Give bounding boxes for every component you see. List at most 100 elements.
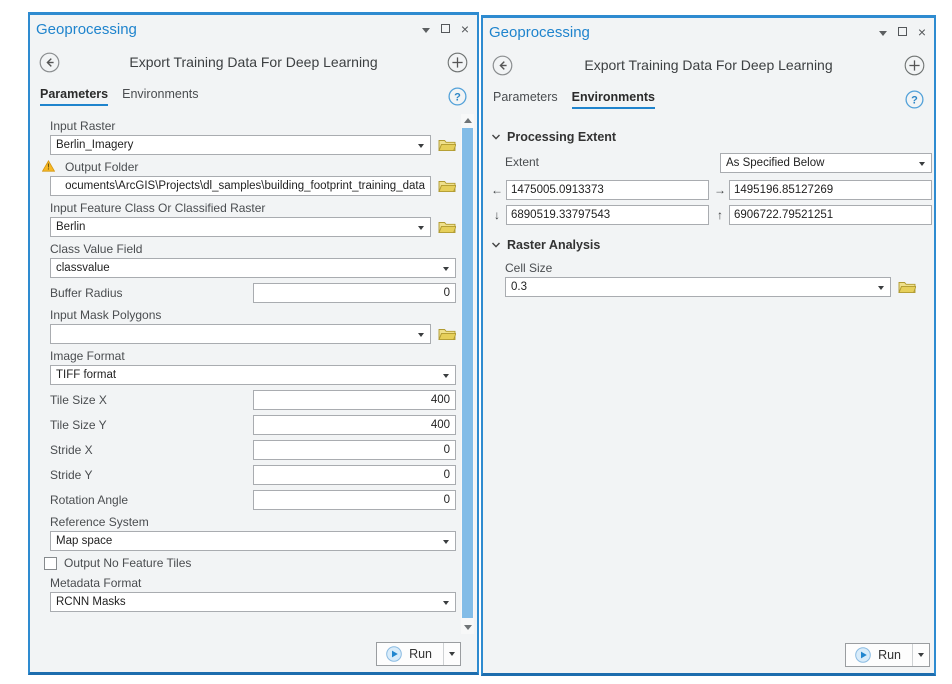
input-mask-polygons-combo[interactable] — [50, 324, 431, 344]
input-feature-class-browse-button[interactable] — [438, 220, 456, 234]
extent-combo[interactable]: As Specified Below — [720, 153, 932, 173]
scrollbar-up-button[interactable] — [461, 114, 474, 127]
stride-y-input[interactable]: 0 — [253, 465, 456, 485]
tab-parameters[interactable]: Parameters — [40, 87, 108, 106]
add-to-project-button[interactable] — [904, 55, 925, 76]
plus-circle-icon — [447, 52, 468, 73]
input-raster-browse-button[interactable] — [438, 138, 456, 152]
pane-titlebar: Geoprocessing × — [30, 15, 477, 41]
play-icon — [386, 646, 402, 662]
maximize-icon[interactable] — [898, 23, 907, 41]
chevron-down-icon — [418, 226, 424, 230]
run-split-button: Run — [376, 642, 461, 666]
buffer-radius-input[interactable]: 0 — [253, 283, 456, 303]
arrow-down-icon: ↓ — [491, 208, 503, 222]
stride-y-label: Stride Y — [50, 468, 253, 482]
input-feature-class-combo[interactable]: Berlin — [50, 217, 431, 237]
help-icon[interactable]: ? — [448, 87, 467, 106]
environments-form: Processing Extent Extent As Specified Be… — [483, 116, 934, 637]
folder-icon — [438, 220, 456, 234]
tile-size-x-input[interactable]: 400 — [253, 390, 456, 410]
raster-analysis-section-header[interactable]: Raster Analysis — [491, 238, 932, 252]
chevron-down-icon — [491, 240, 501, 250]
chevron-down-icon — [418, 144, 424, 148]
arrow-left-icon: ← — [491, 183, 503, 197]
tile-size-y-input[interactable]: 400 — [253, 415, 456, 435]
play-icon — [855, 647, 871, 663]
geoprocessing-panel-left: Geoprocessing × Export Training Data For… — [28, 12, 479, 675]
reference-system-combo[interactable]: Map space — [50, 531, 456, 551]
back-button[interactable] — [492, 55, 513, 76]
tile-size-x-label: Tile Size X — [50, 393, 253, 407]
cell-size-combo[interactable]: 0.3 — [505, 277, 891, 297]
image-format-label: Image Format — [50, 349, 456, 363]
rotation-angle-label: Rotation Angle — [50, 493, 253, 507]
folder-icon — [438, 138, 456, 152]
extent-ymax-input[interactable]: 6906722.79521251 — [729, 205, 932, 225]
extent-label: Extent — [505, 155, 539, 169]
rotation-angle-input[interactable]: 0 — [253, 490, 456, 510]
tab-bar: Parameters Environments ? — [483, 86, 934, 116]
close-icon[interactable]: × — [461, 24, 469, 34]
pane-title: Geoprocessing — [36, 21, 137, 38]
vertical-scrollbar[interactable] — [461, 114, 474, 634]
chevron-down-icon — [491, 132, 501, 142]
output-folder-browse-button[interactable] — [438, 179, 456, 193]
cell-size-label: Cell Size — [505, 261, 916, 275]
input-mask-polygons-browse-button[interactable] — [438, 327, 456, 341]
class-value-field-combo[interactable]: classvalue — [50, 258, 456, 278]
output-folder-label: Output Folder — [50, 160, 456, 174]
processing-extent-section-header[interactable]: Processing Extent — [491, 130, 932, 144]
run-split-button: Run — [845, 643, 930, 667]
chevron-down-icon — [418, 333, 424, 337]
run-options-arrow[interactable] — [913, 644, 929, 666]
run-button[interactable]: Run — [846, 644, 912, 666]
arrow-right-icon: → — [714, 183, 726, 197]
tab-environments[interactable]: Environments — [572, 90, 655, 109]
extent-xmax-input[interactable]: 1495196.85127269 — [729, 180, 932, 200]
pane-titlebar: Geoprocessing × — [483, 18, 934, 44]
chevron-down-icon — [443, 540, 449, 544]
image-format-combo[interactable]: TIFF format — [50, 365, 456, 385]
input-mask-polygons-label: Input Mask Polygons — [50, 308, 456, 322]
input-raster-combo[interactable]: Berlin_Imagery — [50, 135, 431, 155]
back-button[interactable] — [39, 52, 60, 73]
svg-text:!: ! — [47, 163, 50, 172]
run-options-arrow[interactable] — [444, 643, 460, 665]
folder-icon — [438, 327, 456, 341]
stride-x-input[interactable]: 0 — [253, 440, 456, 460]
svg-text:?: ? — [911, 94, 918, 106]
close-icon[interactable]: × — [918, 27, 926, 37]
chevron-down-icon — [919, 162, 925, 166]
scrollbar-thumb[interactable] — [462, 128, 473, 618]
pane-menu-icon[interactable] — [879, 23, 887, 41]
run-button[interactable]: Run — [377, 643, 443, 665]
tab-environments[interactable]: Environments — [122, 87, 198, 106]
pane-title: Geoprocessing — [489, 24, 590, 41]
reference-system-label: Reference System — [50, 515, 456, 529]
chevron-down-icon — [878, 286, 884, 290]
class-value-field-label: Class Value Field — [50, 242, 456, 256]
scrollbar-down-button[interactable] — [461, 621, 474, 634]
metadata-format-combo[interactable]: RCNN Masks — [50, 592, 456, 612]
extent-ymin-input[interactable]: 6890519.33797543 — [506, 205, 709, 225]
tool-header: Export Training Data For Deep Learning — [483, 44, 934, 86]
chevron-down-icon — [443, 267, 449, 271]
svg-text:?: ? — [454, 91, 461, 103]
help-icon[interactable]: ? — [905, 90, 924, 109]
panel-footer: Run — [483, 637, 934, 673]
chevron-down-icon — [443, 374, 449, 378]
output-folder-input[interactable]: ocuments\ArcGIS\Projects\dl_samples\buil… — [50, 176, 431, 196]
maximize-icon[interactable] — [441, 20, 450, 38]
output-no-feature-tiles-checkbox[interactable] — [44, 557, 57, 570]
tab-parameters[interactable]: Parameters — [493, 90, 558, 109]
add-to-project-button[interactable] — [447, 52, 468, 73]
extent-xmin-input[interactable]: 1475005.0913373 — [506, 180, 709, 200]
pane-menu-icon[interactable] — [422, 20, 430, 38]
panel-footer: Run — [30, 636, 477, 672]
cell-size-browse-button[interactable] — [898, 280, 916, 294]
arrow-up-icon: ↑ — [714, 208, 726, 222]
chevron-down-icon — [443, 601, 449, 605]
output-no-feature-tiles-label: Output No Feature Tiles — [64, 556, 191, 570]
plus-circle-icon — [904, 55, 925, 76]
